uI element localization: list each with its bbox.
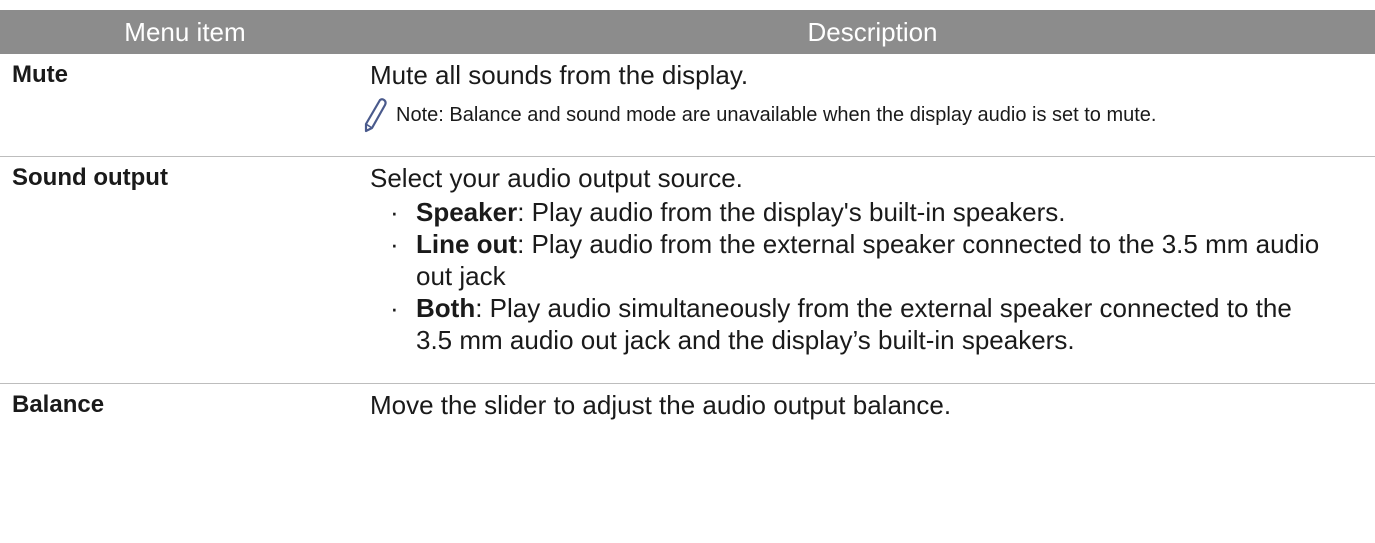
option-label-speaker: Speaker <box>416 197 518 227</box>
bullet-icon: · <box>390 197 399 227</box>
table-row-balance: Balance Move the slider to adjust the au… <box>0 384 1375 424</box>
bullet-icon: · <box>390 229 399 259</box>
header-description: Description <box>807 16 938 47</box>
item-balance: Balance <box>12 391 105 418</box>
option-text-both: : Play audio simultaneously from the ext… <box>416 293 1292 355</box>
description-mute: Mute all sounds from the display. Note: … <box>364 54 1375 156</box>
list-item-line-out: · Line out: Play audio from the external… <box>370 228 1335 292</box>
description-sound-output-text: Select your audio output source. <box>370 163 743 193</box>
list-item-speaker: · Speaker: Play audio from the display's… <box>370 196 1335 228</box>
table-row-sound-output: Sound output Select your audio output so… <box>0 157 1375 384</box>
pencil-icon <box>364 98 387 133</box>
option-text-speaker: : Play audio from the display's built-in… <box>517 197 1066 227</box>
list-item-both: · Both: Play audio simultaneously from t… <box>370 292 1335 356</box>
option-label-both: Both <box>416 293 476 323</box>
description-balance: Move the slider to adjust the audio outp… <box>370 390 952 420</box>
description-sound-output: Select your audio output source. · Speak… <box>370 157 1375 383</box>
note-text: Note: Balance and sound mode are unavail… <box>396 104 1157 126</box>
option-label-line-out: Line out <box>416 229 518 259</box>
option-text-line-out: : Play audio from the external speaker c… <box>416 229 1320 291</box>
menu-table: Menu item Description Mute Mute all soun… <box>0 10 1375 424</box>
item-mute: Mute <box>12 61 68 88</box>
bullet-icon: · <box>390 293 399 323</box>
description-mute-text: Mute all sounds from the display. <box>370 60 749 90</box>
table-row-mute: Mute Mute all sounds from the display. N… <box>0 54 1375 157</box>
header-menu-item: Menu item <box>124 16 246 47</box>
sound-output-options: · Speaker: Play audio from the display's… <box>370 196 1335 356</box>
page: Menu item Description Mute Mute all soun… <box>0 0 1375 543</box>
note: Note: Balance and sound mode are unavail… <box>360 97 1335 133</box>
table-header: Menu item Description <box>0 10 1375 54</box>
item-sound-output: Sound output <box>12 164 168 191</box>
